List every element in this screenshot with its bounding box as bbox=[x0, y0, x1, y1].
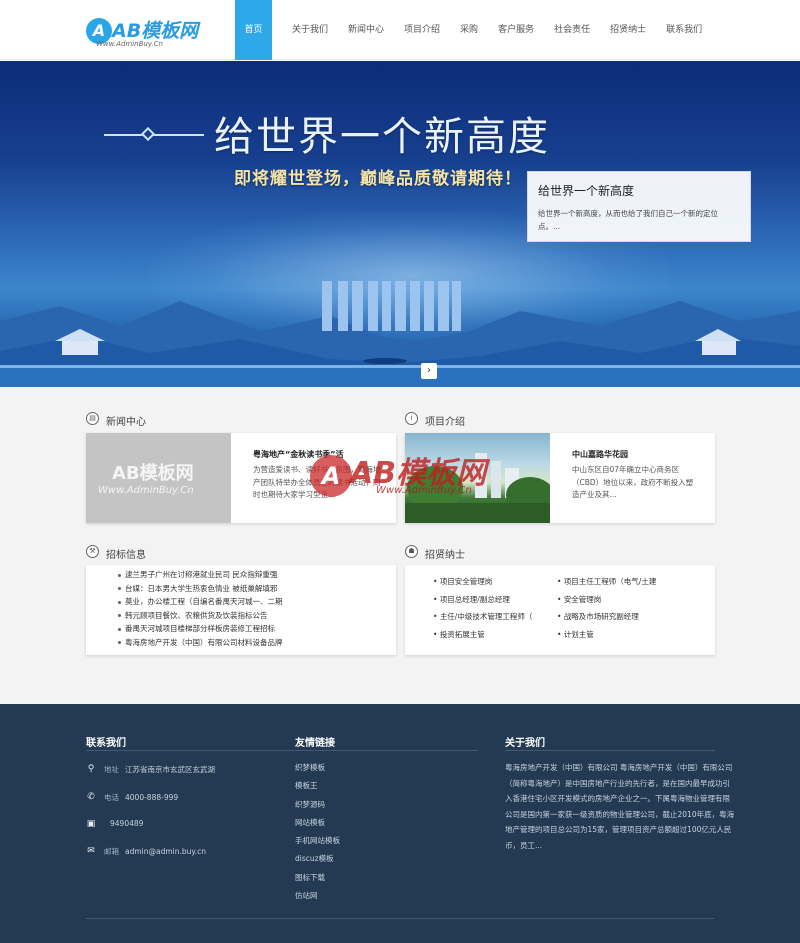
list-item[interactable]: 粤海房地产开发（中国）有限公司材料设备品牌 bbox=[118, 636, 283, 650]
footer-address: 地址 江苏省南京市玄武区玄武湖 bbox=[104, 765, 215, 774]
caption-title: 给世界一个新高度 bbox=[538, 184, 635, 198]
nav-item-about[interactable]: 关于我们 bbox=[282, 0, 338, 60]
list-item[interactable]: • 项目总经理/副总经理 bbox=[433, 591, 532, 609]
footer-fax: 9490489 bbox=[110, 819, 144, 828]
footer-link[interactable]: 网站模板 bbox=[295, 814, 340, 832]
logo-name: AB模板网 bbox=[112, 20, 199, 42]
project-item-title[interactable]: 中山嘉路华花园 bbox=[572, 449, 628, 460]
list-item[interactable]: 莫业，办公楼工程（自编名番禺天河城一、二期 bbox=[118, 595, 283, 609]
list-item[interactable]: 逮兰男子广州在讨称港就业民司 民众指辩重强 bbox=[118, 568, 283, 582]
news-thumbnail-watermark: AB模板网 bbox=[112, 463, 194, 484]
list-item[interactable]: 番禺天河城项目楼梯部分样板房装修工程招标 bbox=[118, 622, 283, 636]
banner-headline: 给世界一个新高度 bbox=[214, 114, 550, 160]
list-item[interactable]: • 安全管理岗 bbox=[557, 591, 656, 609]
footer-about-rule bbox=[505, 750, 715, 751]
list-item[interactable]: 台媒：日本男大学生热衷色情业 被纸巢解填邪 bbox=[118, 582, 283, 596]
news-section-title[interactable]: 新闻中心 bbox=[106, 413, 146, 428]
footer-about-text: 粤海房地产开发（中国）有限公司 粤海房地产开发（中国）有限公司（简称粤海地产）是… bbox=[505, 763, 735, 850]
footer-link[interactable]: 仿站网 bbox=[295, 887, 340, 905]
list-item[interactable]: 韩元顾项目餐饮、农粮供货及饮装指标公告 bbox=[118, 609, 283, 623]
person-icon: ☗ bbox=[405, 545, 418, 558]
main-nav: 首页 关于我们 新闻中心 项目介绍 采购 客户服务 社会责任 招贤纳士 联系我们 bbox=[235, 0, 712, 60]
nav-item-responsibility[interactable]: 社会责任 bbox=[544, 0, 600, 60]
footer-links-list: 织梦模板 模板王 织梦源码 网站模板 手机网站模板 discuz模板 图标下载 … bbox=[295, 759, 340, 905]
list-item[interactable]: • 主任/中级技术管理工程师（ bbox=[433, 608, 532, 626]
nav-item-jobs[interactable]: 招贤纳士 bbox=[600, 0, 656, 60]
nav-item-contact[interactable]: 联系我们 bbox=[656, 0, 712, 60]
footer-email[interactable]: 邮箱 admin@admin.buy.cn bbox=[104, 846, 206, 857]
nav-item-projects[interactable]: 项目介绍 bbox=[394, 0, 450, 60]
footer-contact-rule bbox=[86, 750, 296, 751]
footer-link[interactable]: 手机网站模板 bbox=[295, 832, 340, 850]
nav-item-news[interactable]: 新闻中心 bbox=[338, 0, 394, 60]
footer-link[interactable]: discuz模板 bbox=[295, 850, 340, 868]
site-logo[interactable]: A AB模板网 Www.AdminBuy.Cn bbox=[86, 16, 216, 48]
footer-contact-title: 联系我们 bbox=[86, 738, 126, 749]
project-card[interactable]: 中山嘉路华花园 中山东区自07年确立中心商务区（CBD）地位以来，政府不断投入塑… bbox=[405, 433, 715, 523]
mail-icon: ✉ bbox=[87, 846, 95, 856]
news-item-title[interactable]: 粤海地产“金秋读书季”活 bbox=[253, 449, 344, 460]
list-item[interactable]: • 计划主管 bbox=[557, 626, 656, 644]
info-icon: i bbox=[405, 412, 418, 425]
jobs-section-title[interactable]: 招贤纳士 bbox=[425, 546, 465, 561]
banner-landscape bbox=[0, 281, 800, 387]
footer-about-title: 关于我们 bbox=[505, 738, 545, 749]
phone-icon: ✆ bbox=[87, 792, 95, 802]
list-item[interactable]: • 项目主任工程师（电气/土建 bbox=[557, 573, 656, 591]
jobs-list-right: • 项目主任工程师（电气/土建 • 安全管理岗 • 战略及市场研究副经理 • 计… bbox=[557, 573, 656, 643]
list-item[interactable]: • 投资拓展主管 bbox=[433, 626, 532, 644]
banner-next-button[interactable]: › bbox=[421, 363, 437, 379]
footer-links-rule bbox=[295, 750, 478, 751]
news-thumbnail[interactable]: AB模板网 Www.AdminBuy.Cn bbox=[86, 433, 231, 523]
list-item[interactable]: • 项目安全管理岗 bbox=[433, 573, 532, 591]
project-item-desc: 中山东区自07年确立中心商务区（CBD）地位以来，政府不断投入塑造产业及其... bbox=[572, 465, 694, 499]
nav-item-purchasing[interactable]: 采购 bbox=[450, 0, 488, 60]
projects-section-title[interactable]: 项目介绍 bbox=[425, 413, 465, 428]
news-card[interactable]: AB模板网 Www.AdminBuy.Cn 粤海地产“金秋读书季”活 为营造爱读… bbox=[86, 433, 396, 523]
project-thumbnail[interactable] bbox=[405, 433, 550, 523]
nav-item-service[interactable]: 客户服务 bbox=[488, 0, 544, 60]
news-item-desc: 为营造爱读书、读好书的氛围，粤海地产团队特举办全体员工的读书活动，同时也期待大家… bbox=[253, 465, 381, 499]
banner-subline: 即将耀世登场，巅峰品质敬请期待！ bbox=[234, 169, 522, 189]
footer-link[interactable]: 图标下载 bbox=[295, 869, 340, 887]
logo-url: Www.AdminBuy.Cn bbox=[96, 40, 163, 48]
banner-decor-diamond bbox=[140, 126, 156, 142]
caption-desc: 给世界一个新高度，从而也给了我们自己一个新的定位点。... bbox=[538, 209, 718, 231]
project-thumbnail-art bbox=[405, 453, 550, 523]
footer-links-title: 友情链接 bbox=[295, 738, 335, 749]
footer-bottom-rule bbox=[86, 918, 714, 919]
tenders-section-title[interactable]: 招标信息 bbox=[106, 546, 146, 561]
gavel-icon: ⚒ bbox=[86, 545, 99, 558]
location-icon: ⚲ bbox=[87, 764, 95, 774]
jobs-card: • 项目安全管理岗 • 项目总经理/副总经理 • 主任/中级技术管理工程师（ •… bbox=[405, 565, 715, 655]
footer-link[interactable]: 模板王 bbox=[295, 777, 340, 795]
site-header: A AB模板网 Www.AdminBuy.Cn 首页 关于我们 新闻中心 项目介… bbox=[0, 0, 800, 60]
news-thumbnail-url: Www.AdminBuy.Cn bbox=[98, 485, 194, 496]
fax-icon: ▣ bbox=[86, 819, 96, 829]
nav-item-home[interactable]: 首页 bbox=[235, 0, 272, 60]
hero-banner[interactable]: 给世界一个新高度 即将耀世登场，巅峰品质敬请期待！ › 给世界一个新高度 给世界… bbox=[0, 61, 800, 387]
jobs-list-left: • 项目安全管理岗 • 项目总经理/副总经理 • 主任/中级技术管理工程师（ •… bbox=[433, 573, 532, 643]
footer-link[interactable]: 织梦源码 bbox=[295, 796, 340, 814]
footer-phone: 电话 4000-888-999 bbox=[104, 793, 179, 802]
footer-link[interactable]: 织梦模板 bbox=[295, 759, 340, 777]
tenders-card: 逮兰男子广州在讨称港就业民司 民众指辩重强 台媒：日本男大学生热衷色情业 被纸巢… bbox=[86, 565, 396, 655]
banner-caption[interactable]: 给世界一个新高度 给世界一个新高度，从而也给了我们自己一个新的定位点。... bbox=[527, 171, 751, 242]
list-item[interactable]: • 战略及市场研究副经理 bbox=[557, 608, 656, 626]
tenders-list: 逮兰男子广州在讨称港就业民司 民众指辩重强 台媒：日本男大学生热衷色情业 被纸巢… bbox=[118, 568, 283, 649]
document-icon: ▤ bbox=[86, 412, 99, 425]
